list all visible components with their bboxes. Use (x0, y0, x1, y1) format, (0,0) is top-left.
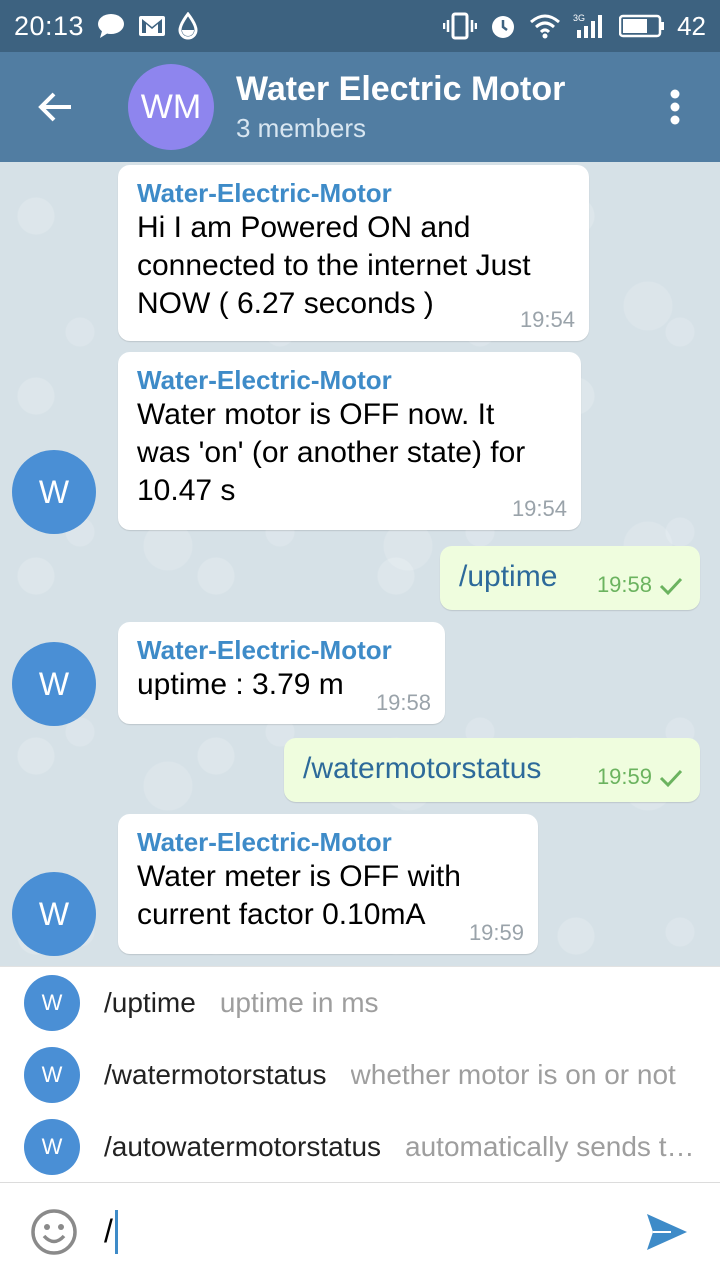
wifi-icon (529, 13, 561, 39)
message-sender: Water-Electric-Motor (137, 365, 392, 395)
battery-level: 42 (677, 10, 706, 41)
message-line: was 'on' (or another state) for (137, 436, 526, 469)
message-sender: Water-Electric-Motor (137, 178, 392, 208)
message-sender: Water-Electric-Motor (137, 827, 392, 857)
bot-avatar: W (24, 1047, 80, 1103)
command-name: /watermotorstatus (104, 1059, 327, 1090)
status-time: 20:13 (14, 10, 85, 41)
more-vertical-icon (670, 89, 680, 125)
read-check-icon (659, 769, 683, 788)
signal-icon: 3G (573, 12, 607, 40)
message-line: 10.47 s (137, 474, 236, 507)
message-time: 19:54 (511, 496, 567, 521)
send-button[interactable] (632, 1197, 702, 1267)
network-type: 3G (573, 13, 585, 23)
message-time: 19:58 (596, 572, 652, 597)
command-name: /autowatermotorstatus (104, 1131, 382, 1162)
alarm-icon (489, 12, 517, 40)
message-time: 19:59 (468, 920, 524, 945)
chat-icon (96, 12, 126, 40)
bot-avatar: W (24, 975, 80, 1031)
message-input[interactable]: / (104, 1202, 632, 1262)
message-line: connected to the internet Just (137, 249, 531, 282)
command-description: automatically sends the status (405, 1131, 720, 1162)
message-time: 19:54 (519, 307, 575, 332)
bot-avatar: W (24, 1119, 80, 1175)
text-cursor (114, 1209, 118, 1254)
message-time: 19:59 (596, 764, 652, 789)
members-count: 3 members (236, 113, 367, 143)
arrow-left-icon (38, 92, 71, 122)
water-drop-icon (178, 12, 198, 40)
chat-title-block[interactable]: Water Electric Motor 3 members (236, 69, 565, 145)
message-line: Water motor is OFF now. It (137, 398, 495, 431)
bot-command-list: W /uptime uptime in ms W /watermotorstat… (0, 966, 720, 1182)
avatar[interactable]: W (12, 872, 96, 956)
group-avatar[interactable]: WM (128, 64, 214, 150)
message-line: Hi I am Powered ON and (137, 211, 471, 244)
command-name: /uptime (104, 987, 196, 1018)
message-time: 19:58 (375, 690, 431, 715)
emoji-button[interactable] (26, 1204, 82, 1260)
message-line: Water meter is OFF with (137, 860, 461, 893)
command-item-uptime[interactable]: W /uptime uptime in ms (0, 967, 720, 1039)
message-input-text: / (104, 1213, 113, 1249)
read-check-icon (659, 577, 683, 596)
command-item-autowatermotorstatus[interactable]: W /autowatermotorstatus automatically se… (0, 1111, 720, 1183)
smiley-icon (31, 1208, 77, 1255)
chat-title: Water Electric Motor (236, 70, 566, 108)
avatar[interactable]: W (12, 642, 96, 726)
command-description: whether motor is on or not (350, 1059, 676, 1090)
command-item-watermotorstatus[interactable]: W /watermotorstatus whether motor is on … (0, 1039, 720, 1111)
back-button[interactable] (0, 52, 110, 162)
battery-icon (619, 14, 665, 38)
vibrate-icon (443, 12, 478, 40)
message-line: current factor 0.10mA (137, 898, 426, 931)
message-line: NOW ( 6.27 seconds ) (137, 287, 434, 320)
message-bubble[interactable]: Water-Electric-Motor Hi I am Powered ON … (118, 165, 589, 341)
chat-header: WM Water Electric Motor 3 members (0, 52, 720, 162)
more-menu-button[interactable] (630, 52, 720, 162)
gmail-icon (138, 14, 166, 38)
message-input-bar: / (0, 1182, 720, 1280)
message-bubble[interactable]: Water-Electric-Motor Water meter is OFF … (118, 814, 538, 954)
message-list[interactable]: Water-Electric-Motor Hi I am Powered ON … (0, 162, 720, 966)
message-bubble[interactable]: Water-Electric-Motor uptime : 3.79 m 19:… (118, 622, 445, 724)
status-bar: 20:13 3G 42 (0, 0, 720, 52)
send-icon (647, 1213, 687, 1250)
message-bubble[interactable]: Water-Electric-Motor Water motor is OFF … (118, 352, 581, 530)
avatar[interactable]: W (12, 450, 96, 534)
outgoing-message-bubble[interactable]: /watermotorstatus 19:59 (284, 738, 700, 802)
outgoing-message-bubble[interactable]: /uptime 19:58 (440, 546, 700, 610)
message-sender: Water-Electric-Motor (137, 635, 392, 665)
command-description: uptime in ms (219, 987, 379, 1018)
